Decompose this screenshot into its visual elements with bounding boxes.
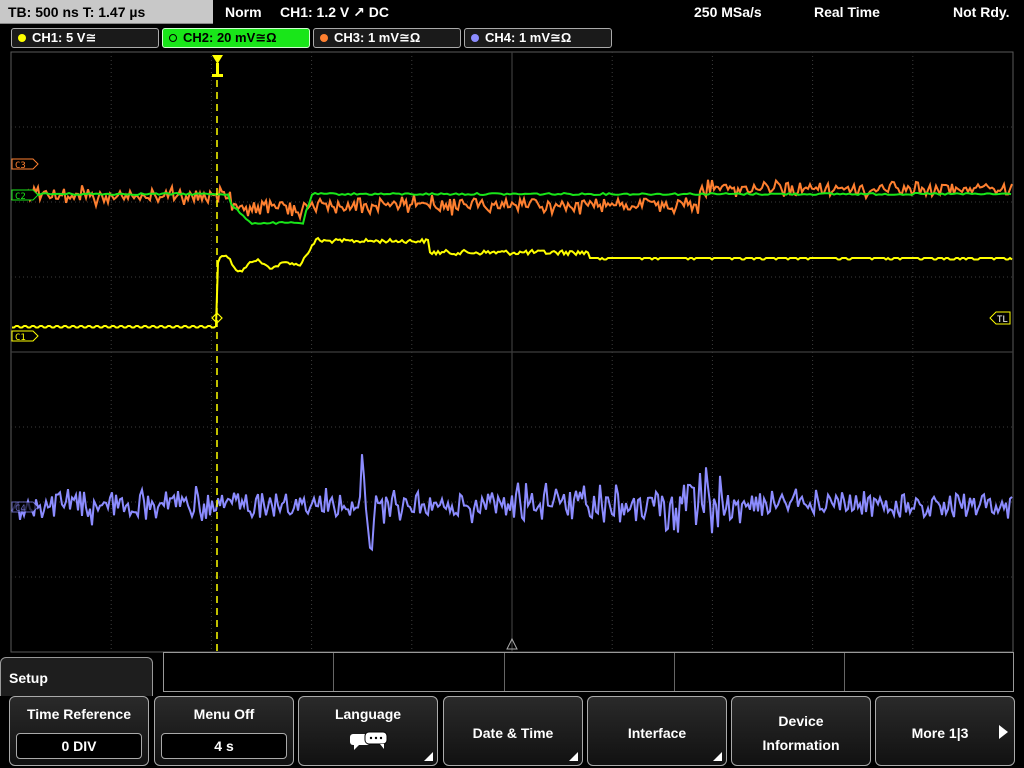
channel-tab-ch4[interactable]: CH4: 1 mV≅Ω (464, 28, 612, 48)
interface-softkey[interactable]: Interface (587, 696, 727, 766)
sample-rate: 250 MSa/s (694, 4, 762, 20)
time-reference-softkey[interactable]: Time Reference 0 DIV (9, 696, 149, 766)
softkey-title-line2: Information (762, 737, 840, 753)
softkey-bar: Time Reference 0 DIV Menu Off 4 s Langua… (0, 696, 1024, 768)
ch4-label: CH4: 1 mV≅Ω (485, 30, 572, 45)
softkey-title: Language (334, 706, 402, 722)
arrow-right-icon (999, 725, 1008, 739)
channel-tab-ch2[interactable]: CH2: 20 mV≅Ω (162, 28, 310, 48)
status-bar: TB: 500 ns T: 1.47 µs Norm CH1: 1.2 V ↗ … (0, 0, 1024, 24)
waveform-display[interactable]: C3 C2 C1 C4 TL (0, 50, 1024, 654)
more-softkey[interactable]: More 1|3 (875, 696, 1015, 766)
acquisition-mode[interactable]: Real Time (814, 4, 880, 20)
date-time-softkey[interactable]: Date & Time (443, 696, 583, 766)
channel-tab-ch1[interactable]: CH1: 5 V≅ (11, 28, 159, 48)
menu-status-strip (163, 652, 1014, 692)
device-information-softkey[interactable]: Device Information (731, 696, 871, 766)
trigger-status: Not Rdy. (953, 4, 1010, 20)
softkey-title: Date & Time (472, 725, 554, 741)
svg-text:C1: C1 (15, 333, 26, 343)
menu-title: Setup (9, 670, 48, 686)
softkey-title: Device (778, 713, 824, 729)
submenu-indicator-icon (713, 752, 722, 761)
ch4-color-dot (471, 34, 479, 42)
channel-tab-ch3[interactable]: CH3: 1 mV≅Ω (313, 28, 461, 48)
ch2-color-dot (169, 34, 177, 42)
time-reference-value[interactable]: 0 DIV (16, 733, 142, 759)
submenu-indicator-icon (424, 752, 433, 761)
strip-cell (164, 653, 334, 691)
timebase-readout: TB: 500 ns T: 1.47 µs (8, 4, 146, 20)
language-softkey[interactable]: Language (298, 696, 438, 766)
ch2-label: CH2: 20 mV≅Ω (183, 30, 277, 45)
setup-menu-tab[interactable]: Setup (0, 657, 153, 697)
trigger-source[interactable]: CH1: 1.2 V ↗ DC (280, 4, 389, 21)
strip-cell (334, 653, 505, 691)
submenu-indicator-icon (569, 752, 578, 761)
strip-cell (675, 653, 845, 691)
trigger-mode[interactable]: Norm (225, 4, 262, 20)
svg-text:C3: C3 (15, 161, 26, 171)
softkey-title: More 1|3 (911, 725, 969, 741)
svg-text:C4: C4 (15, 504, 26, 514)
ch3-label: CH3: 1 mV≅Ω (334, 30, 421, 45)
ch3-color-dot (320, 34, 328, 42)
ch1-label: CH1: 5 V≅ (32, 30, 97, 45)
svg-text:TL: TL (997, 315, 1008, 325)
strip-cell (505, 653, 675, 691)
softkey-title: Interface (627, 725, 687, 741)
softkey-title: Time Reference (26, 706, 131, 722)
speech-bubble-icon (350, 731, 388, 750)
softkey-title: Menu Off (193, 706, 255, 722)
timebase-box[interactable]: TB: 500 ns T: 1.47 µs (0, 0, 213, 24)
menu-off-softkey[interactable]: Menu Off 4 s (154, 696, 294, 766)
menu-off-value[interactable]: 4 s (161, 733, 287, 759)
ch1-color-dot (18, 34, 26, 42)
svg-text:C2: C2 (15, 192, 26, 202)
